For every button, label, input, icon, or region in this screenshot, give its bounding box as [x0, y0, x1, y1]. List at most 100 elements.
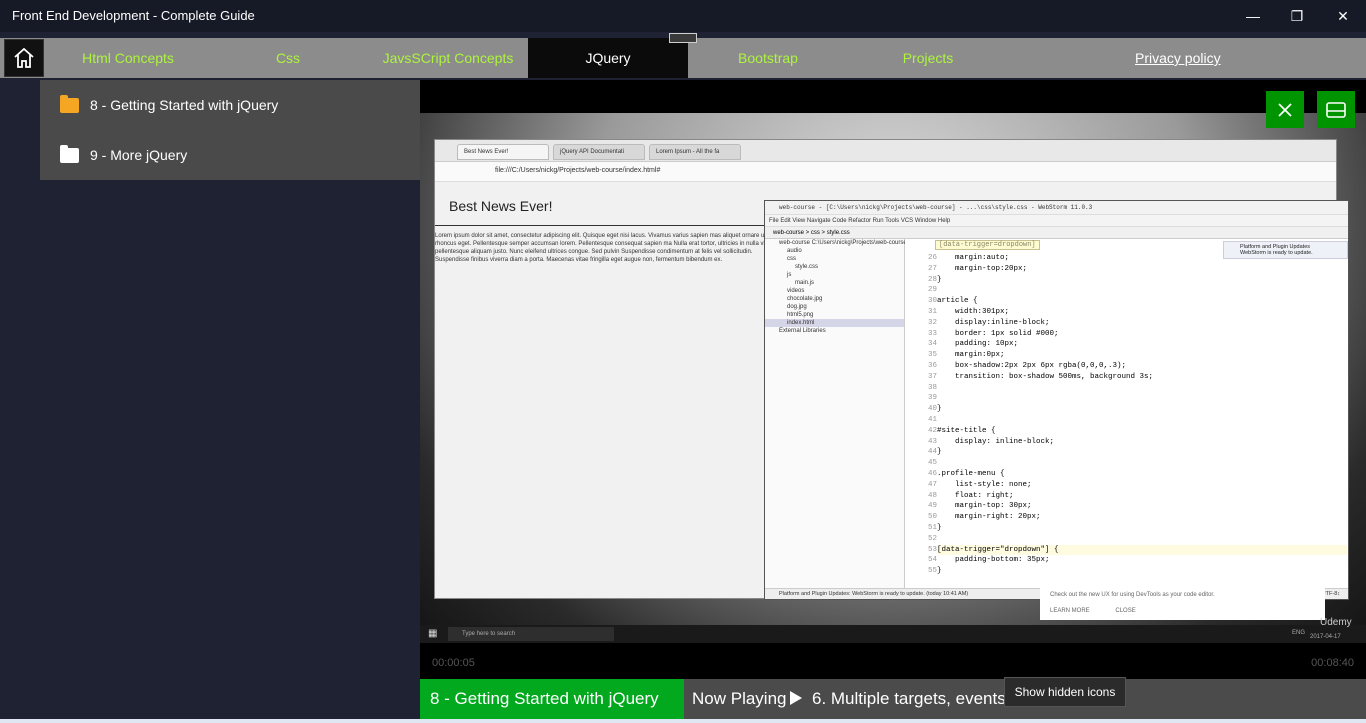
main-nav: Html Concepts Css JavsSCript Concepts JQ…: [0, 38, 1366, 78]
close-player-button[interactable]: [1266, 91, 1304, 128]
code-line: margin:0px;: [937, 351, 1005, 360]
video-frame[interactable]: Best News Ever! jQuery API Documentati L…: [420, 113, 1366, 659]
code-line: display: inline-block;: [937, 437, 1055, 446]
tab-jquery[interactable]: JQuery: [528, 38, 688, 78]
code-editor: [data-trigger=dropdown] 26 27 28 29 30 31 32 33…: [905, 239, 1348, 589]
sidebar-item-getting-started[interactable]: 8 - Getting Started with jQuery: [40, 80, 420, 130]
toggle-layout-button[interactable]: [1317, 91, 1355, 128]
line-number: 34: [927, 340, 937, 349]
code-line: }: [937, 448, 942, 457]
minimize-icon: —: [1246, 8, 1260, 24]
breadcrumb-pill: [data-trigger=dropdown]: [935, 240, 1040, 250]
line-number: 53: [927, 545, 937, 554]
drag-handle[interactable]: [669, 33, 697, 43]
restore-button[interactable]: ❐: [1274, 0, 1320, 32]
line-number: 32: [927, 318, 937, 327]
timeline[interactable]: 00:00:05 00:08:40: [420, 643, 1366, 679]
line-number: 31: [927, 307, 937, 316]
code-line: }: [937, 567, 942, 576]
current-section[interactable]: 8 - Getting Started with jQuery: [420, 679, 684, 719]
code-line: }: [937, 405, 942, 414]
browser-tab: jQuery API Documentati: [553, 144, 645, 160]
video-ide-window: web-course - [C:\Users\nickg\Projects\we…: [764, 200, 1349, 600]
heading-rule: [435, 225, 775, 226]
line-number: 48: [927, 491, 937, 500]
line-number: 30: [927, 297, 937, 306]
tab-html-concepts[interactable]: Html Concepts: [48, 38, 208, 78]
video-player[interactable]: Best News Ever! jQuery API Documentati L…: [420, 80, 1366, 679]
status-text: Platform and Plugin Updates: WebStorm is…: [779, 591, 969, 597]
line-number: 52: [927, 534, 937, 543]
code-line: #site-title {: [937, 426, 996, 435]
tab-projects[interactable]: Projects: [848, 38, 1008, 78]
line-number: 26: [927, 254, 937, 262]
line-number: 43: [927, 437, 937, 446]
folder-icon: [60, 144, 79, 163]
line-number: 35: [927, 351, 937, 360]
taskbar-lang: ENG: [1292, 630, 1306, 636]
folder-icon: [60, 94, 79, 113]
line-number: 37: [927, 372, 937, 381]
code-line: float: right;: [937, 491, 1014, 500]
line-number: 50: [927, 513, 937, 522]
browser-tab: Lorem Ipsum - All the fa: [649, 144, 741, 160]
now-playing-label: Now Playing: [692, 689, 787, 708]
tree-item: style.css: [795, 264, 819, 270]
home-icon: [14, 48, 34, 68]
devtools-tip: Check out the new UX for using DevTools …: [1040, 588, 1325, 620]
line-number: 40: [927, 405, 937, 414]
code-line: transition: box-shadow 500ms, background…: [937, 372, 1154, 381]
restore-icon: ❐: [1290, 8, 1304, 24]
line-number: 27: [927, 264, 937, 273]
line-number: 44: [927, 448, 937, 457]
tree-item: chocolate.jpg: [787, 296, 823, 302]
line-number: 55: [927, 567, 937, 576]
tab-javascript-concepts[interactable]: JavsSCript Concepts: [368, 38, 528, 78]
tree-item: dog.jpg: [787, 304, 807, 310]
video-taskbar: ▦ Type here to search ENG 2017-04-17 Ude…: [420, 617, 1366, 643]
devtools-tip-text: Check out the new UX for using DevTools …: [1050, 592, 1215, 598]
sidebar-item-more-jquery[interactable]: 9 - More jQuery: [40, 130, 420, 180]
code-line: box-shadow:2px 2px 6px rgba(0,0,0,.3);: [937, 361, 1127, 370]
tree-item: index.html: [765, 319, 904, 327]
sidebar: 8 - Getting Started with jQuery 9 - More…: [40, 80, 420, 180]
play-icon: [790, 691, 802, 705]
code-line: width:301px;: [937, 307, 1010, 316]
bottom-strip: [0, 719, 1366, 723]
learn-more-link: LEARN MORE: [1050, 608, 1090, 614]
tree-item: css: [787, 256, 796, 262]
sidebar-item-label: 8 - Getting Started with jQuery: [90, 97, 279, 113]
minimize-button[interactable]: —: [1230, 0, 1276, 32]
tree-item: html5.png: [787, 312, 814, 318]
udemy-watermark: Udemy: [1320, 617, 1352, 628]
line-number: 39: [927, 394, 937, 403]
privacy-policy-link[interactable]: Privacy policy: [1135, 38, 1221, 78]
notification-sub: WebStorm is ready to update.: [1240, 250, 1313, 256]
home-button[interactable]: [4, 39, 44, 77]
code-line: [data-trigger="dropdown"] {: [937, 544, 1347, 556]
update-notification: Platform and Plugin Updates WebStorm is …: [1223, 241, 1348, 259]
line-number: 46: [927, 469, 937, 478]
tab-bootstrap[interactable]: Bootstrap: [688, 38, 848, 78]
close-window-button[interactable]: ✕: [1320, 0, 1366, 32]
line-number: 42: [927, 426, 937, 435]
line-number: 41: [927, 415, 937, 424]
window-title: Front End Development - Complete Guide: [12, 8, 255, 23]
sidebar-item-label: 9 - More jQuery: [90, 147, 188, 163]
browser-tab: Best News Ever!: [457, 144, 549, 160]
code-line: margin-top:20px;: [937, 264, 1028, 273]
ide-menu: File Edit View Navigate Code Refactor Ru…: [765, 215, 1348, 227]
tab-css[interactable]: Css: [208, 38, 368, 78]
line-number: 47: [927, 480, 937, 489]
browser-tabstrip: Best News Ever! jQuery API Documentati L…: [435, 140, 1336, 162]
code-line: margin-top: 30px;: [937, 502, 1032, 511]
code-line: padding: 10px;: [937, 340, 1019, 349]
code-line: border: 1px solid #000;: [937, 329, 1059, 338]
tree-item: js: [787, 272, 792, 278]
